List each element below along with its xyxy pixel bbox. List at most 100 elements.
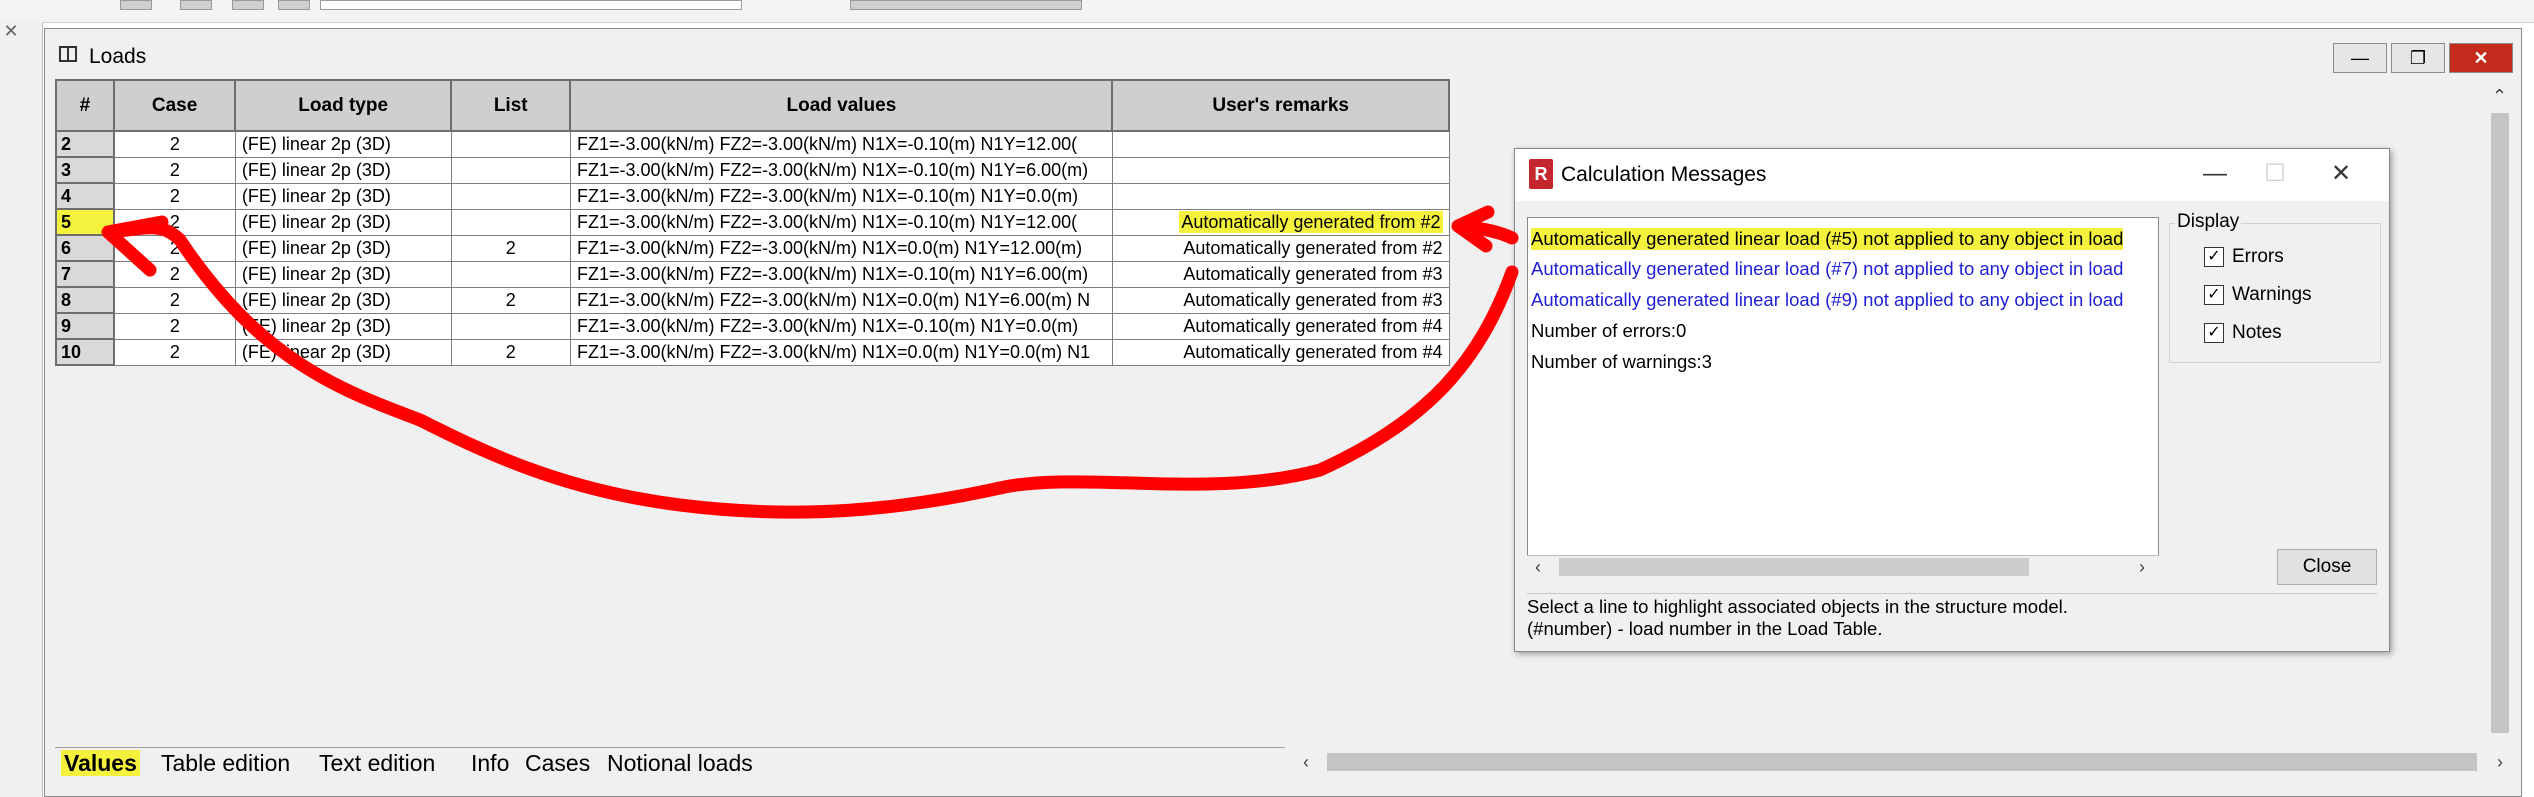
close-button[interactable]: ✕ [2449,43,2513,73]
table-row[interactable]: 6 2 (FE) linear 2p (3D) 2 FZ1=-3.00(kN/m) FZ… [55,234,1450,262]
list-cell[interactable] [450,182,571,210]
table-row[interactable]: 3 2 (FE) linear 2p (3D) FZ1=-3.00(kN/m) FZ2… [55,156,1450,184]
row-number-cell[interactable]: 2 [55,130,115,158]
scroll-thumb[interactable] [1559,558,2029,576]
column-header-load-type[interactable]: Load type [234,79,452,132]
toolbar-combo[interactable] [850,0,1082,10]
load-values-cell[interactable]: FZ1=-3.00(kN/m) FZ2=-3.00(kN/m) N1X=-0.1… [569,182,1113,210]
case-cell[interactable]: 2 [113,338,236,366]
column-header-case[interactable]: Case [112,79,237,132]
toolbar-icon[interactable] [278,0,310,10]
row-number-cell[interactable]: 3 [55,156,115,184]
case-cell[interactable]: 2 [113,156,236,184]
remarks-cell[interactable]: Automatically generated from #3 [1111,260,1450,288]
load-type-cell[interactable]: (FE) linear 2p (3D) [234,286,452,314]
scroll-up-icon[interactable]: ⌃ [2492,87,2507,105]
load-type-cell[interactable]: (FE) linear 2p (3D) [234,260,452,288]
maximize-button[interactable]: ❐ [2391,43,2445,73]
load-values-cell[interactable]: FZ1=-3.00(kN/m) FZ2=-3.00(kN/m) N1X=0.0(… [569,338,1113,366]
list-cell[interactable] [450,312,571,340]
load-type-cell[interactable]: (FE) linear 2p (3D) [234,234,452,262]
message-item[interactable]: Automatically generated linear load (#5)… [1531,228,2124,250]
message-item[interactable]: Automatically generated linear load (#9)… [1531,289,2123,311]
remarks-cell[interactable]: Automatically generated from #4 [1111,312,1450,340]
checkmark-icon[interactable]: ✓ [2204,246,2224,267]
table-row[interactable]: 10 2 (FE) linear 2p (3D) 2 FZ1=-3.00(kN/m) F… [55,338,1450,366]
remarks-cell[interactable]: Automatically generated from #4 [1111,338,1450,366]
load-type-cell[interactable]: (FE) linear 2p (3D) [234,156,452,184]
tab-info[interactable]: Info [471,750,509,776]
list-cell[interactable] [450,130,571,158]
remarks-cell[interactable]: Automatically generated from #3 [1111,286,1450,314]
message-item[interactable]: Number of errors:0 [1531,320,1686,342]
tab-values[interactable]: Values [61,750,140,776]
message-item[interactable]: Automatically generated linear load (#7)… [1531,258,2123,280]
case-cell[interactable]: 2 [113,260,236,288]
minimize-button[interactable]: — [2333,43,2387,73]
table-row[interactable]: 2 2 (FE) linear 2p (3D) FZ1=-3.00(kN/m) FZ2… [55,130,1450,158]
checkmark-icon[interactable]: ✓ [2204,284,2224,305]
column-header-load-values[interactable]: Load values [569,79,1114,132]
toolbar-icon[interactable] [232,0,264,10]
load-type-cell[interactable]: (FE) linear 2p (3D) [234,130,452,158]
toolbar-icon[interactable] [120,0,152,10]
message-item[interactable]: Number of warnings:3 [1531,351,1712,373]
messages-list[interactable]: Automatically generated linear load (#5)… [1527,217,2159,577]
load-type-cell[interactable]: (FE) linear 2p (3D) [234,338,452,366]
load-values-cell[interactable]: FZ1=-3.00(kN/m) FZ2=-3.00(kN/m) N1X=0.0(… [569,234,1113,262]
remarks-cell[interactable] [1111,156,1450,184]
table-row[interactable]: 5 2 (FE) linear 2p (3D) FZ1=-3.00(kN/m) FZ2… [55,208,1450,236]
case-cell[interactable]: 2 [113,312,236,340]
scroll-right-icon[interactable]: › [2139,558,2145,576]
scroll-thumb[interactable] [1327,753,2477,771]
load-type-cell[interactable]: (FE) linear 2p (3D) [234,312,452,340]
scroll-right-icon[interactable]: › [2497,753,2503,771]
table-row[interactable]: 9 2 (FE) linear 2p (3D) FZ1=-3.00(kN/m) FZ2… [55,312,1450,340]
case-cell[interactable]: 2 [113,130,236,158]
list-cell[interactable]: 2 [450,338,571,366]
close-icon[interactable]: ✕ [2311,157,2371,191]
column-header-number[interactable]: # [55,79,115,132]
list-cell[interactable]: 2 [450,286,571,314]
row-number-cell[interactable]: 8 [55,286,115,314]
checkmark-icon[interactable]: ✓ [2204,322,2224,343]
remarks-cell[interactable]: Automatically generated from #2 [1111,234,1450,262]
table-row[interactable]: 4 2 (FE) linear 2p (3D) FZ1=-3.00(kN/m) FZ2… [55,182,1450,210]
load-values-cell[interactable]: FZ1=-3.00(kN/m) FZ2=-3.00(kN/m) N1X=-0.1… [569,208,1113,236]
case-cell[interactable]: 2 [113,182,236,210]
row-number-cell[interactable]: 5 [55,208,115,236]
row-number-cell[interactable]: 9 [55,312,115,340]
warnings-checkbox[interactable]: ✓ Warnings [2204,284,2312,306]
row-number-cell[interactable]: 7 [55,260,115,288]
load-values-cell[interactable]: FZ1=-3.00(kN/m) FZ2=-3.00(kN/m) N1X=-0.1… [569,260,1113,288]
scroll-left-icon[interactable]: ‹ [1535,558,1541,576]
table-row[interactable]: 8 2 (FE) linear 2p (3D) 2 FZ1=-3.00(kN/m) FZ… [55,286,1450,314]
horizontal-scrollbar[interactable]: ‹ › [1295,749,2517,775]
table-row[interactable]: 7 2 (FE) linear 2p (3D) FZ1=-3.00(kN/m) FZ2… [55,260,1450,288]
tab-notional-loads[interactable]: Notional loads [607,750,753,776]
tab-text-edition[interactable]: Text edition [319,750,435,776]
list-cell[interactable] [450,260,571,288]
minimize-icon[interactable]: — [2185,157,2245,191]
remarks-cell[interactable] [1111,130,1450,158]
remarks-cell[interactable] [1111,182,1450,210]
column-header-remarks[interactable]: User's remarks [1111,79,1450,132]
column-header-list[interactable]: List [449,79,572,132]
load-type-cell[interactable]: (FE) linear 2p (3D) [234,182,452,210]
errors-checkbox[interactable]: ✓ Errors [2204,246,2284,268]
load-values-cell[interactable]: FZ1=-3.00(kN/m) FZ2=-3.00(kN/m) N1X=-0.1… [569,156,1113,184]
load-values-cell[interactable]: FZ1=-3.00(kN/m) FZ2=-3.00(kN/m) N1X=0.0(… [569,286,1113,314]
list-cell[interactable]: 2 [450,234,571,262]
list-cell[interactable] [450,208,571,236]
close-button[interactable]: Close [2277,549,2377,585]
row-number-cell[interactable]: 4 [55,182,115,210]
row-number-cell[interactable]: 10 [55,338,115,366]
vertical-scrollbar[interactable]: ⌃ [2485,83,2515,743]
toolbar-icon[interactable] [180,0,212,10]
load-values-cell[interactable]: FZ1=-3.00(kN/m) FZ2=-3.00(kN/m) N1X=-0.1… [569,130,1113,158]
case-cell[interactable]: 2 [113,208,236,236]
row-number-cell[interactable]: 6 [55,234,115,262]
load-type-cell[interactable]: (FE) linear 2p (3D) [234,208,452,236]
case-cell[interactable]: 2 [113,286,236,314]
tab-cases[interactable]: Cases [525,750,590,776]
